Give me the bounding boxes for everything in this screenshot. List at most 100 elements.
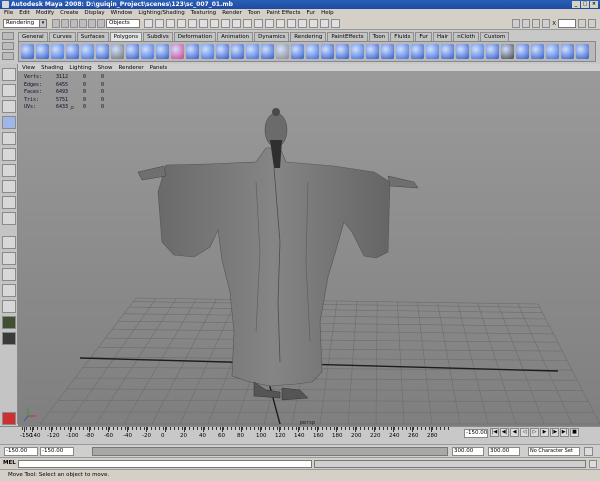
shelf-poly-tool-22-icon[interactable] <box>336 44 349 59</box>
stop-icon[interactable]: ■ <box>570 428 579 437</box>
time-slider[interactable]: -150 -140 -120 -100 -80 -60 -40 -20 0 20 40 60 80 100… <box>0 426 600 445</box>
character-set-selector[interactable]: No Character Set <box>528 447 580 456</box>
shelf-poly-tool-30-icon[interactable] <box>456 44 469 59</box>
panel-menu-view[interactable]: View <box>22 64 35 71</box>
selection-mask-2-icon[interactable] <box>155 19 164 28</box>
shelf-poly-tool-4-icon[interactable] <box>66 44 79 59</box>
shelf-poly-tool-1-icon[interactable] <box>21 44 34 59</box>
new-scene-icon[interactable] <box>52 19 60 28</box>
shelf-poly-tool-32-icon[interactable] <box>486 44 499 59</box>
selection-mask-4-icon[interactable] <box>177 19 186 28</box>
move-tool-icon[interactable] <box>2 116 16 129</box>
command-input[interactable] <box>18 460 312 468</box>
selection-mask-18-icon[interactable] <box>331 19 340 28</box>
open-scene-icon[interactable] <box>61 19 69 28</box>
shelf-editor-icon[interactable] <box>2 32 14 40</box>
menu-item-window[interactable]: Window <box>111 9 133 17</box>
shelf-tab-dynamics[interactable]: Dynamics <box>254 32 290 41</box>
menu-item-render[interactable]: Render <box>222 9 242 17</box>
shelf-poly-tool-34-icon[interactable] <box>516 44 529 59</box>
maximize-button[interactable]: □ <box>581 1 589 8</box>
shelf-poly-tool-23-icon[interactable] <box>351 44 364 59</box>
step-back-key-icon[interactable]: ◀| <box>500 428 509 437</box>
script-editor-icon[interactable] <box>589 460 597 468</box>
render-layout-icon[interactable] <box>2 332 16 345</box>
playback-end-field[interactable]: 300.00 <box>452 447 484 456</box>
shelf-tab-deformation[interactable]: Deformation <box>173 32 217 41</box>
selection-mask-9-icon[interactable] <box>232 19 241 28</box>
menu-item-help[interactable]: Help <box>321 9 334 17</box>
shelf-poly-tool-24-icon[interactable] <box>366 44 379 59</box>
shelf-tab-surfaces[interactable]: Surfaces <box>76 32 109 41</box>
ipr-render-icon[interactable] <box>532 19 541 28</box>
transform-x-field[interactable] <box>558 19 576 28</box>
shelf-poly-tool-9-icon[interactable] <box>141 44 154 59</box>
selection-mask-5-icon[interactable] <box>188 19 197 28</box>
shelf-poly-tool-26-icon[interactable] <box>396 44 409 59</box>
soft-modification-icon[interactable] <box>2 180 16 193</box>
shelf-poly-tool-27-icon[interactable] <box>411 44 424 59</box>
attribute-editor-toggle-icon[interactable] <box>588 19 596 28</box>
shelf-poly-tool-38-icon[interactable] <box>576 44 589 59</box>
step-back-frame-icon[interactable]: ◀ <box>510 428 519 437</box>
shelf-poly-tool-12-icon[interactable] <box>186 44 199 59</box>
select-tool-icon[interactable] <box>2 68 16 81</box>
perspective-viewport[interactable]: Verts: 3112 0 0 Edges: 6455 0 0 Faces: 6493 0 0 Tris… <box>18 72 600 426</box>
shelf-tab-fluids[interactable]: Fluids <box>390 32 415 41</box>
selection-mask-3-icon[interactable] <box>166 19 175 28</box>
menu-item-file[interactable]: File <box>4 9 13 17</box>
range-slider[interactable] <box>92 447 448 456</box>
shelf-tab-fur[interactable]: Fur <box>415 32 432 41</box>
menu-item-create[interactable]: Create <box>60 9 78 17</box>
single-perspective-layout-icon[interactable] <box>2 236 16 249</box>
shelf-poly-tool-13-icon[interactable] <box>201 44 214 59</box>
selection-mask-7-icon[interactable] <box>210 19 219 28</box>
shelf-poly-tool-25-icon[interactable] <box>381 44 394 59</box>
render-current-frame-icon[interactable] <box>522 19 531 28</box>
shelf-poly-tool-8-icon[interactable] <box>126 44 139 59</box>
scale-tool-icon[interactable] <box>2 148 16 161</box>
shelf-poly-tool-19-icon[interactable] <box>291 44 304 59</box>
four-view-layout-icon[interactable] <box>2 252 16 265</box>
menu-item-modify[interactable]: Modify <box>36 9 54 17</box>
menu-item-lighting-shading[interactable]: Lighting/Shading <box>138 9 184 17</box>
shelf-poly-tool-15-icon[interactable] <box>231 44 244 59</box>
selection-mask-15-icon[interactable] <box>298 19 307 28</box>
play-forwards-icon[interactable]: ▷ <box>530 428 539 437</box>
show-manipulator-icon[interactable] <box>2 196 16 209</box>
menu-set-selector[interactable]: Rendering ▾ <box>3 19 47 28</box>
panel-menu-shading[interactable]: Shading <box>41 64 63 71</box>
animation-start-field[interactable]: -150.00 <box>4 447 38 456</box>
menu-item-toon[interactable]: Toon <box>248 9 261 17</box>
persp-outliner-layout-icon[interactable] <box>2 268 16 281</box>
paint-select-tool-icon[interactable] <box>2 100 16 113</box>
selection-mode-hierarchy-icon[interactable] <box>79 19 87 28</box>
time-slider-ticks[interactable]: -150 -140 -120 -100 -80 -60 -40 -20 0 20 40 60 80 100… <box>18 427 454 445</box>
last-tool-icon[interactable] <box>2 212 16 225</box>
shelf-poly-tool-36-icon[interactable] <box>546 44 559 59</box>
shelf-poly-tool-17-icon[interactable] <box>261 44 274 59</box>
universal-manipulator-icon[interactable] <box>2 164 16 177</box>
shelf-tab-painteffects[interactable]: PaintEffects <box>327 32 368 41</box>
shelf-tab-ncloth[interactable]: nCloth <box>453 32 480 41</box>
selection-mask-12-icon[interactable] <box>265 19 274 28</box>
panel-menu-show[interactable]: Show <box>98 64 113 71</box>
hypershade-layout-icon[interactable] <box>2 300 16 313</box>
save-scene-icon[interactable] <box>70 19 78 28</box>
shelf-poly-tool-2-icon[interactable] <box>36 44 49 59</box>
render-globals-icon[interactable] <box>542 19 551 28</box>
panel-menu-panels[interactable]: Panels <box>150 64 168 71</box>
persp-hypershade-layout-icon[interactable] <box>2 316 16 329</box>
menu-item-texturing[interactable]: Texturing <box>191 9 216 17</box>
panel-menu-lighting[interactable]: Lighting <box>69 64 91 71</box>
channel-box-toggle-icon[interactable] <box>578 19 586 28</box>
auto-key-icon[interactable] <box>584 447 593 456</box>
play-backwards-icon[interactable]: ◁ <box>520 428 529 437</box>
shelf-poly-tool-14-icon[interactable] <box>216 44 229 59</box>
menu-item-fur[interactable]: Fur <box>307 9 316 17</box>
shelf-poly-tool-6-icon[interactable] <box>96 44 109 59</box>
shelf-poly-tool-37-icon[interactable] <box>561 44 574 59</box>
current-frame-field[interactable]: -150.00 <box>464 429 488 438</box>
selection-mode-object-icon[interactable] <box>88 19 96 28</box>
selection-mask-6-icon[interactable] <box>199 19 208 28</box>
